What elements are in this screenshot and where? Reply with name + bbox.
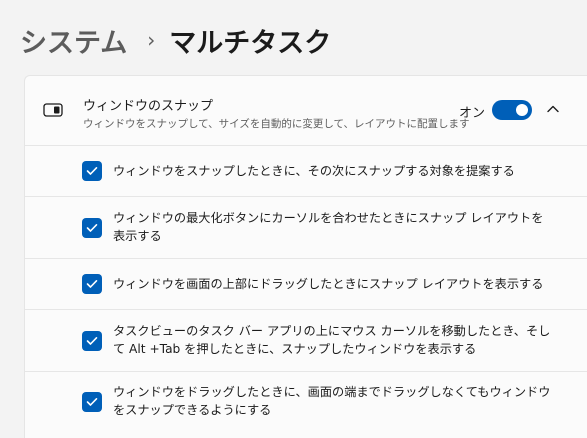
option-label: ウィンドウをスナップしたときに、その次にスナップする対象を提案する	[113, 164, 515, 178]
toggle-state-label: オン	[459, 106, 486, 121]
option-label: ウィンドウの最大化ボタンにカーソルを合わせたときにスナップ レイアウトを表示する	[113, 211, 544, 243]
snap-windows-toggle[interactable]	[492, 100, 532, 120]
checkbox[interactable]	[82, 274, 102, 294]
snap-windows-description: ウィンドウをスナップして、サイズを自動的に変更して、レイアウトに配置します	[83, 118, 470, 130]
option-label: タスクビューのタスク バー アプリの上にマウス カーソルを移動したとき、そして …	[113, 324, 551, 356]
snap-windows-panel: ウィンドウのスナップ ウィンドウをスナップして、サイズを自動的に変更して、レイア…	[24, 75, 587, 438]
breadcrumb-parent-system[interactable]: システム	[20, 21, 127, 60]
chevron-up-icon[interactable]	[546, 103, 560, 115]
checkmark-icon	[86, 166, 98, 175]
snap-option-drag-top[interactable]: ウィンドウを画面の上部にドラッグしたときにスナップ レイアウトを表示する	[25, 259, 587, 310]
checkbox[interactable]	[82, 392, 102, 412]
checkmark-icon	[86, 223, 98, 232]
snap-option-task-view[interactable]: タスクビューのタスク バー アプリの上にマウス カーソルを移動したとき、そして …	[25, 310, 587, 372]
option-label: ウィンドウを画面の上部にドラッグしたときにスナップ レイアウトを表示する	[113, 277, 544, 291]
snap-windows-title: ウィンドウのスナップ	[83, 99, 214, 114]
page-title: マルチタスク	[169, 27, 332, 59]
snap-option-drag-edge[interactable]: ウィンドウをドラッグしたときに、画面の端までドラッグしなくてもウィンドウをスナッ…	[25, 372, 587, 438]
checkmark-icon	[86, 279, 98, 288]
checkbox[interactable]	[82, 218, 102, 238]
breadcrumb: システム › マルチタスク	[20, 20, 331, 60]
snap-option-suggest-next[interactable]: ウィンドウをスナップしたときに、その次にスナップする対象を提案する	[25, 146, 587, 197]
checkmark-icon	[86, 397, 98, 406]
checkbox[interactable]	[82, 331, 102, 351]
checkmark-icon	[86, 336, 98, 345]
option-label: ウィンドウをドラッグしたときに、画面の端までドラッグしなくてもウィンドウをスナッ…	[113, 385, 551, 417]
toggle-knob	[516, 104, 528, 116]
breadcrumb-separator: ›	[147, 28, 156, 52]
snap-option-maximize-hover[interactable]: ウィンドウの最大化ボタンにカーソルを合わせたときにスナップ レイアウトを表示する	[25, 197, 587, 259]
snap-windows-header[interactable]: ウィンドウのスナップ ウィンドウをスナップして、サイズを自動的に変更して、レイア…	[25, 76, 587, 146]
checkbox[interactable]	[82, 161, 102, 181]
snap-layout-icon	[43, 103, 63, 117]
